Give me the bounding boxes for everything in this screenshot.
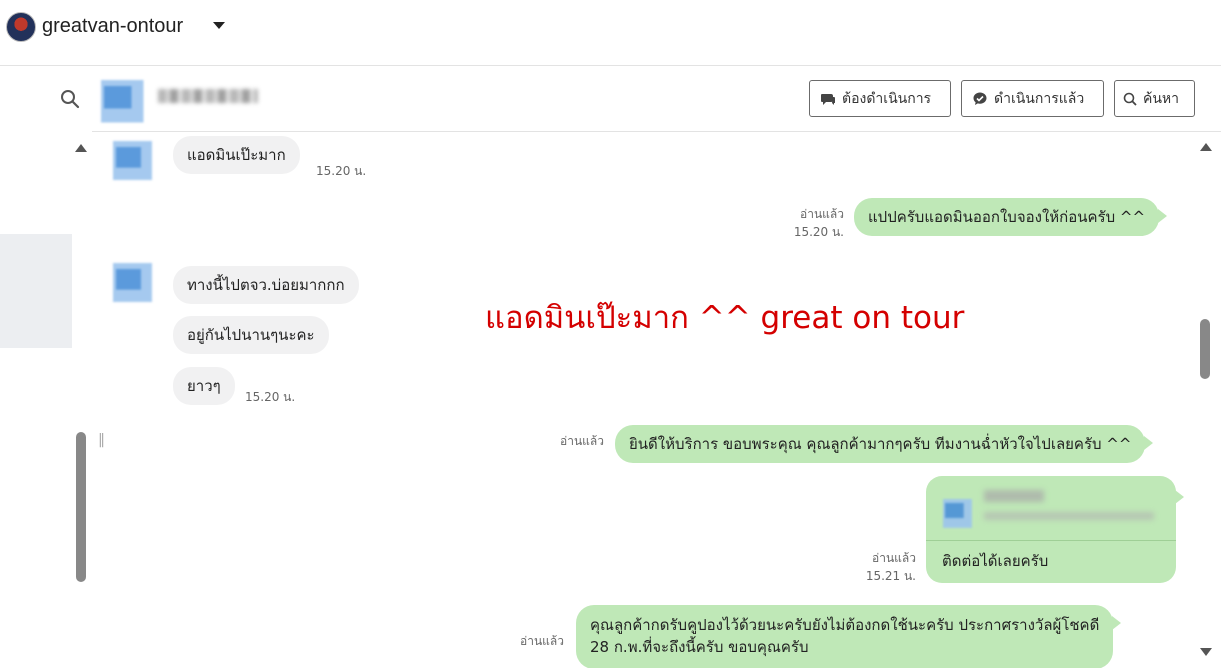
chat-header: ต้องดำเนินการ ดำเนินการแล้ว ค้นหา xyxy=(92,66,1221,132)
account-name[interactable]: greatvan-ontour xyxy=(42,15,183,38)
thread-scroll-up-icon[interactable] xyxy=(1200,143,1212,151)
message-time: 15.20 น. xyxy=(245,390,296,404)
read-receipt: อ่านแล้ว xyxy=(520,634,564,648)
message-line: 28 ก.พ.ที่จะถึงนี้ครับ ขอบคุณครับ xyxy=(590,638,809,656)
selected-conversation-highlight[interactable] xyxy=(0,234,72,348)
shared-contact-detail-blurred xyxy=(984,512,1154,520)
read-receipt: อ่านแล้ว xyxy=(800,207,844,221)
done-button[interactable]: ดำเนินการแล้ว xyxy=(961,80,1104,117)
outgoing-message: ยินดีให้บริการ ขอบพระคุณ คุณลูกค้ามากๆคร… xyxy=(615,425,1154,463)
contact-avatar[interactable] xyxy=(110,138,156,184)
shared-contact-name-blurred xyxy=(984,490,1044,502)
resize-handle-icon[interactable]: ‖ xyxy=(98,432,106,452)
contact-avatar[interactable] xyxy=(110,260,156,306)
contact-avatar[interactable] xyxy=(97,76,147,126)
outgoing-message: แปปครับแอดมินออกใบจองให้ก่อนครับ ^^ xyxy=(854,198,1168,236)
list-scroll-up-icon[interactable] xyxy=(75,144,87,152)
read-receipt: อ่านแล้ว xyxy=(872,551,916,565)
message-line: คุณลูกค้ากดรับคูปองไว้ด้วยนะครับยังไม่ต้… xyxy=(590,616,1100,634)
done-button-label: ดำเนินการแล้ว xyxy=(994,90,1085,107)
overlay-caption: แอดมินเป๊ะมาก ^^ great on tour xyxy=(485,300,965,336)
read-receipt: อ่านแล้ว xyxy=(560,434,604,448)
message-time: 15.20 น. xyxy=(316,164,367,178)
shared-contact-avatar xyxy=(940,496,974,530)
todo-button-label: ต้องดำเนินการ xyxy=(842,90,932,107)
incoming-message: ยาวๆ xyxy=(173,367,235,405)
contact-share-card[interactable]: ติดต่อได้เลยครับ xyxy=(926,476,1184,583)
chat-check-icon xyxy=(973,92,987,105)
incoming-message: อยู่กันไปนานๆนะคะ xyxy=(173,316,329,354)
incoming-message: แอดมินเป๊ะมาก xyxy=(173,136,300,174)
thread-scroll-down-icon[interactable] xyxy=(1200,648,1212,656)
outgoing-message: คุณลูกค้ากดรับคูปองไว้ด้วยนะครับยังไม่ต้… xyxy=(576,605,1122,668)
list-scrollbar[interactable] xyxy=(76,432,86,582)
card-message: ติดต่อได้เลยครับ xyxy=(942,552,1049,570)
card-divider xyxy=(926,540,1176,541)
message-time: 15.20 น. xyxy=(793,225,844,239)
contact-name-blurred xyxy=(158,89,258,103)
message-thread: ‖ แอดมินเป๊ะมาก 15.20 น. อ่านแล้ว 15.20 … xyxy=(92,132,1221,668)
account-logo[interactable] xyxy=(6,12,36,42)
todo-button[interactable]: ต้องดำเนินการ xyxy=(809,80,951,117)
search-icon xyxy=(1123,92,1137,106)
incoming-message: ทางนี้ไปตจว.บ่อยมากกก xyxy=(173,266,359,304)
thread-scrollbar[interactable] xyxy=(1200,319,1210,379)
caret-down-icon[interactable] xyxy=(213,22,225,29)
search-button-label: ค้นหา xyxy=(1143,90,1180,107)
top-bar: greatvan-ontour xyxy=(0,0,1221,66)
search-button[interactable]: ค้นหา xyxy=(1114,80,1195,117)
conversation-list-panel xyxy=(0,66,92,668)
message-time: 15.21 น. xyxy=(865,569,916,583)
search-icon[interactable] xyxy=(60,89,80,109)
chat-bubble-icon xyxy=(821,93,835,105)
